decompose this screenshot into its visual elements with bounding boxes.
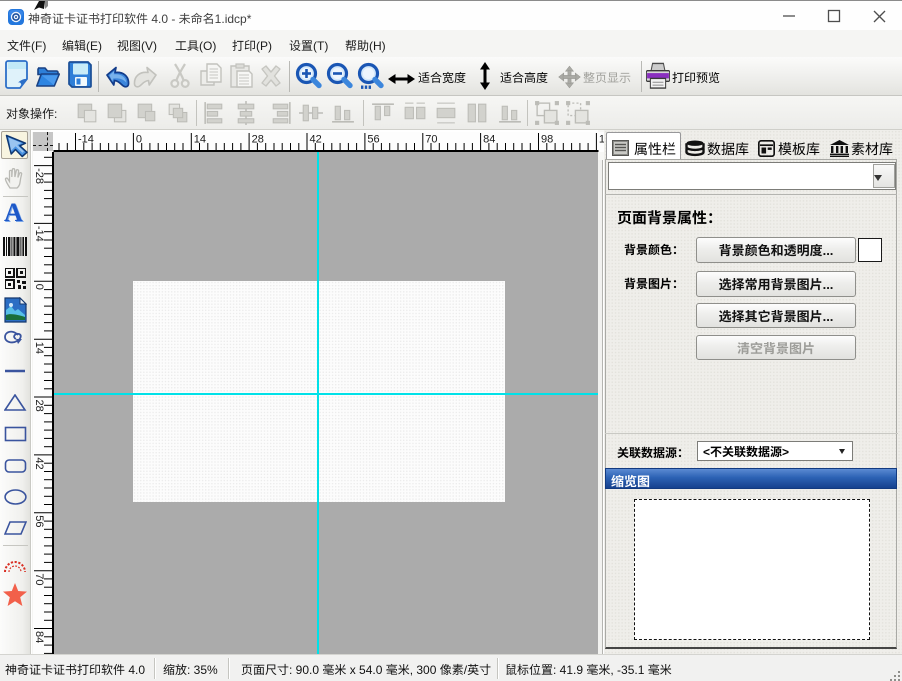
svg-text:112: 112 bbox=[599, 132, 604, 147]
svg-text:0: 0 bbox=[33, 284, 48, 290]
svg-text:0: 0 bbox=[136, 132, 142, 147]
svg-text:-14: -14 bbox=[78, 132, 94, 147]
svg-text:-14: -14 bbox=[33, 226, 48, 242]
